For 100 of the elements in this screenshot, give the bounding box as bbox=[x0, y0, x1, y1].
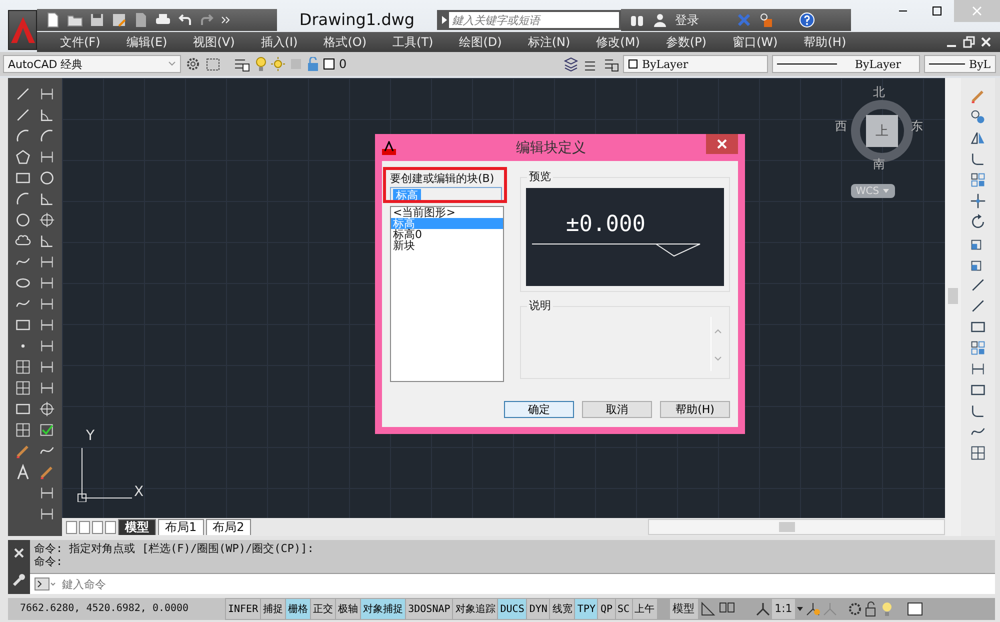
dialog-button[interactable]: 取消 bbox=[582, 401, 652, 418]
east-label[interactable]: 东 bbox=[911, 118, 923, 135]
dimension-icon[interactable] bbox=[39, 338, 55, 354]
close-button[interactable] bbox=[706, 134, 738, 154]
menu-item[interactable]: 插入(I) bbox=[248, 34, 311, 50]
polygon-icon[interactable] bbox=[15, 149, 31, 165]
status-toggle[interactable]: 线宽 bbox=[550, 599, 574, 619]
menu-item[interactable]: 标注(N) bbox=[514, 34, 584, 50]
redo-icon[interactable] bbox=[199, 12, 215, 28]
squares-icon[interactable] bbox=[970, 172, 986, 188]
status-toggle[interactable]: 3DOSNAP bbox=[406, 599, 452, 619]
viewcube[interactable]: 北 西 上 东 南 WCS bbox=[833, 84, 929, 202]
menu-item[interactable]: 窗口(W) bbox=[720, 34, 791, 50]
model-space-button[interactable]: 模型 bbox=[670, 599, 698, 619]
dimension-icon[interactable] bbox=[39, 506, 55, 522]
save-as-icon[interactable] bbox=[111, 12, 127, 28]
horizontal-scrollbar[interactable] bbox=[648, 519, 945, 535]
arc-icon[interactable] bbox=[15, 191, 31, 207]
rectangle-icon[interactable] bbox=[15, 317, 31, 333]
rectangle-icon[interactable] bbox=[970, 319, 986, 335]
application-menu-button[interactable] bbox=[8, 10, 37, 50]
circle-icon[interactable] bbox=[39, 170, 55, 186]
list-item[interactable]: 标高0 bbox=[391, 229, 503, 240]
status-toggle[interactable]: 捕捉 bbox=[261, 599, 286, 619]
south-label[interactable]: 南 bbox=[873, 156, 885, 173]
last-tab-button[interactable] bbox=[105, 520, 116, 534]
mirror-icon[interactable] bbox=[970, 130, 986, 146]
pencil-icon[interactable] bbox=[39, 464, 55, 480]
annotation-scale-icon[interactable] bbox=[754, 601, 771, 617]
status-toggle[interactable]: SC bbox=[616, 599, 632, 619]
double-chevron-icon[interactable] bbox=[221, 15, 231, 25]
dimension-icon[interactable] bbox=[970, 361, 986, 377]
status-toggle[interactable]: 正交 bbox=[311, 599, 336, 619]
toolbar-settings-icon[interactable] bbox=[205, 56, 221, 72]
next-tab-button[interactable] bbox=[92, 520, 103, 534]
search-field[interactable]: 鍵入关键字或短语 bbox=[437, 10, 621, 30]
restore-icon[interactable] bbox=[963, 36, 975, 48]
dimension-icon[interactable] bbox=[39, 380, 55, 396]
new-file-icon[interactable] bbox=[45, 12, 61, 28]
line-icon[interactable] bbox=[970, 298, 986, 314]
status-toggle[interactable]: 极轴 bbox=[336, 599, 360, 619]
dialog-button[interactable]: 帮助(H) bbox=[660, 401, 730, 418]
drawing-canvas[interactable]: 北 西 上 东 南 WCS Y X 编辑块定义 要创建或编辑的块(B) 标高 <当前图形> 标高 标高0 新块 预览 ±0.000 说明 确定 取消 帮助(H) bbox=[62, 78, 945, 518]
lineweight-dropdown[interactable]: ByL bbox=[924, 55, 996, 73]
status-toggle[interactable]: 栅格 bbox=[286, 599, 310, 619]
crosshair-icon[interactable] bbox=[39, 401, 55, 417]
status-toggle[interactable]: TPY bbox=[575, 599, 598, 619]
fullscreen-icon[interactable] bbox=[906, 601, 924, 617]
close-icon[interactable] bbox=[14, 548, 24, 558]
dimension-icon[interactable] bbox=[39, 149, 55, 165]
north-label[interactable]: 北 bbox=[873, 84, 885, 101]
dimension-icon[interactable] bbox=[39, 296, 55, 312]
list-item[interactable]: <当前图形> bbox=[391, 207, 503, 218]
status-toggle[interactable]: 上午 bbox=[632, 599, 657, 619]
grid-icon[interactable] bbox=[970, 445, 986, 461]
line-icon[interactable] bbox=[15, 107, 31, 123]
layout-tab[interactable]: 布局1 bbox=[158, 519, 204, 535]
fillet-icon[interactable] bbox=[970, 403, 986, 419]
status-toggle[interactable]: 对象追踪 bbox=[453, 599, 498, 619]
menu-item[interactable]: 格式(O) bbox=[310, 34, 380, 50]
menu-item[interactable]: 编辑(E) bbox=[113, 34, 180, 50]
dialog-button[interactable]: 确定 bbox=[504, 401, 574, 418]
status-toggle[interactable]: 对象捕捉 bbox=[361, 599, 406, 619]
dimension-icon[interactable] bbox=[39, 254, 55, 270]
menu-item[interactable]: 文件(F) bbox=[47, 34, 114, 50]
layout-tab[interactable]: 模型 bbox=[118, 519, 156, 535]
rectangle-icon[interactable] bbox=[15, 401, 31, 417]
dimension-icon[interactable] bbox=[39, 275, 55, 291]
arc-icon[interactable] bbox=[39, 128, 55, 144]
annotation-scale[interactable]: 1:1 bbox=[772, 599, 796, 619]
move-icon[interactable] bbox=[970, 193, 986, 209]
menu-item[interactable]: 绘图(D) bbox=[446, 34, 515, 50]
linetype-dropdown[interactable]: ByLayer bbox=[772, 55, 920, 73]
menu-item[interactable]: 视图(V) bbox=[180, 34, 248, 50]
fillet-icon[interactable] bbox=[970, 151, 986, 167]
menu-item[interactable]: 帮助(H) bbox=[790, 34, 860, 50]
pencil-icon[interactable] bbox=[15, 443, 31, 459]
menu-item[interactable]: 修改(M) bbox=[583, 34, 653, 50]
angle-icon[interactable] bbox=[39, 107, 55, 123]
line-icon[interactable] bbox=[970, 277, 986, 293]
menu-item[interactable]: 参数(P) bbox=[652, 34, 720, 50]
arc-icon[interactable] bbox=[15, 128, 31, 144]
layout-view-icon[interactable] bbox=[698, 601, 717, 617]
status-toggle[interactable]: INFER bbox=[226, 599, 260, 619]
rotate-icon[interactable] bbox=[970, 214, 986, 230]
angle-icon[interactable] bbox=[39, 191, 55, 207]
status-toggle[interactable]: DYN bbox=[527, 599, 550, 619]
crosshair-icon[interactable] bbox=[39, 212, 55, 228]
dimension-icon[interactable] bbox=[39, 86, 55, 102]
help-icon[interactable] bbox=[799, 12, 815, 28]
command-prompt-icon[interactable] bbox=[34, 577, 56, 591]
copy-icon[interactable] bbox=[970, 109, 986, 125]
dimension-icon[interactable] bbox=[39, 317, 55, 333]
squares-icon[interactable] bbox=[970, 340, 986, 356]
save-icon[interactable] bbox=[89, 12, 105, 28]
line-icon[interactable] bbox=[15, 86, 31, 102]
wrench-icon[interactable] bbox=[12, 572, 26, 586]
layers-icon[interactable] bbox=[563, 56, 579, 72]
west-label[interactable]: 西 bbox=[835, 118, 847, 135]
dimension-icon[interactable] bbox=[39, 359, 55, 375]
